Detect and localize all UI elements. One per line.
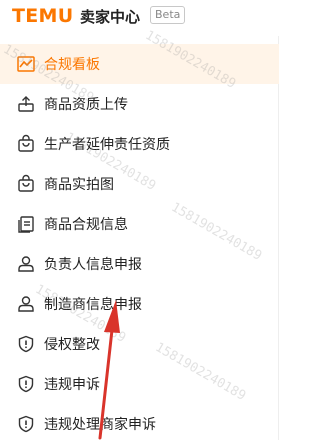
header: TEMU 卖家中心 Beta [0, 0, 279, 36]
sidebar-item-label: 负责人信息申报 [44, 257, 142, 273]
sidebar-item-compliance-dashboard[interactable]: 合规看板 [0, 44, 279, 84]
temu-logo[interactable]: TEMU [12, 5, 73, 27]
sidebar-item-responsible-person-declaration[interactable]: 负责人信息申报 [0, 244, 279, 284]
sidebar-item-label: 制造商信息申报 [44, 297, 142, 313]
sidebar-item-label: 商品合规信息 [44, 217, 128, 233]
bag-icon [16, 174, 36, 194]
person-icon [16, 294, 36, 314]
sidebar-item-label: 生产者延伸责任资质 [44, 137, 170, 153]
sidebar-item-violation-appeal[interactable]: 违规申诉 [0, 364, 279, 404]
sidebar-item-label: 商品实拍图 [44, 177, 114, 193]
sidebar-item-epr-qualification[interactable]: 生产者延伸责任资质 [0, 124, 279, 164]
sidebar-item-label: 合规看板 [44, 57, 100, 73]
sidebar-item-label: 违规处理商家申诉 [44, 417, 156, 433]
app-title: 卖家中心 [80, 8, 141, 26]
document-icon [16, 214, 36, 234]
sidebar-item-product-compliance-info[interactable]: 商品合规信息 [0, 204, 279, 244]
sidebar-item-label: 商品资质上传 [44, 97, 128, 113]
person-icon [16, 254, 36, 274]
upload-icon [16, 94, 36, 114]
sidebar-item-violation-handling-appeal[interactable]: 违规处理商家申诉 [0, 404, 279, 440]
sidebar-item-manufacturer-declaration[interactable]: 制造商信息申报 [0, 284, 279, 324]
shield-alert-icon [16, 414, 36, 434]
sidebar-item-infringement-rectification[interactable]: 侵权整改 [0, 324, 279, 364]
sidebar-item-product-real-photos[interactable]: 商品实拍图 [0, 164, 279, 204]
sidebar-item-label: 侵权整改 [44, 337, 100, 353]
chart-line-icon [16, 54, 36, 74]
shield-alert-icon [16, 334, 36, 354]
sidebar-item-label: 违规申诉 [44, 377, 100, 393]
beta-badge: Beta [150, 6, 186, 24]
bag-icon [16, 134, 36, 154]
sidebar-menu: 合规看板 商品资质上传 生产者延伸责任资质 商品实拍图 商品合规信息 负责人信息… [0, 36, 279, 440]
sidebar-item-product-qualification-upload[interactable]: 商品资质上传 [0, 84, 279, 124]
shield-alert-icon [16, 374, 36, 394]
